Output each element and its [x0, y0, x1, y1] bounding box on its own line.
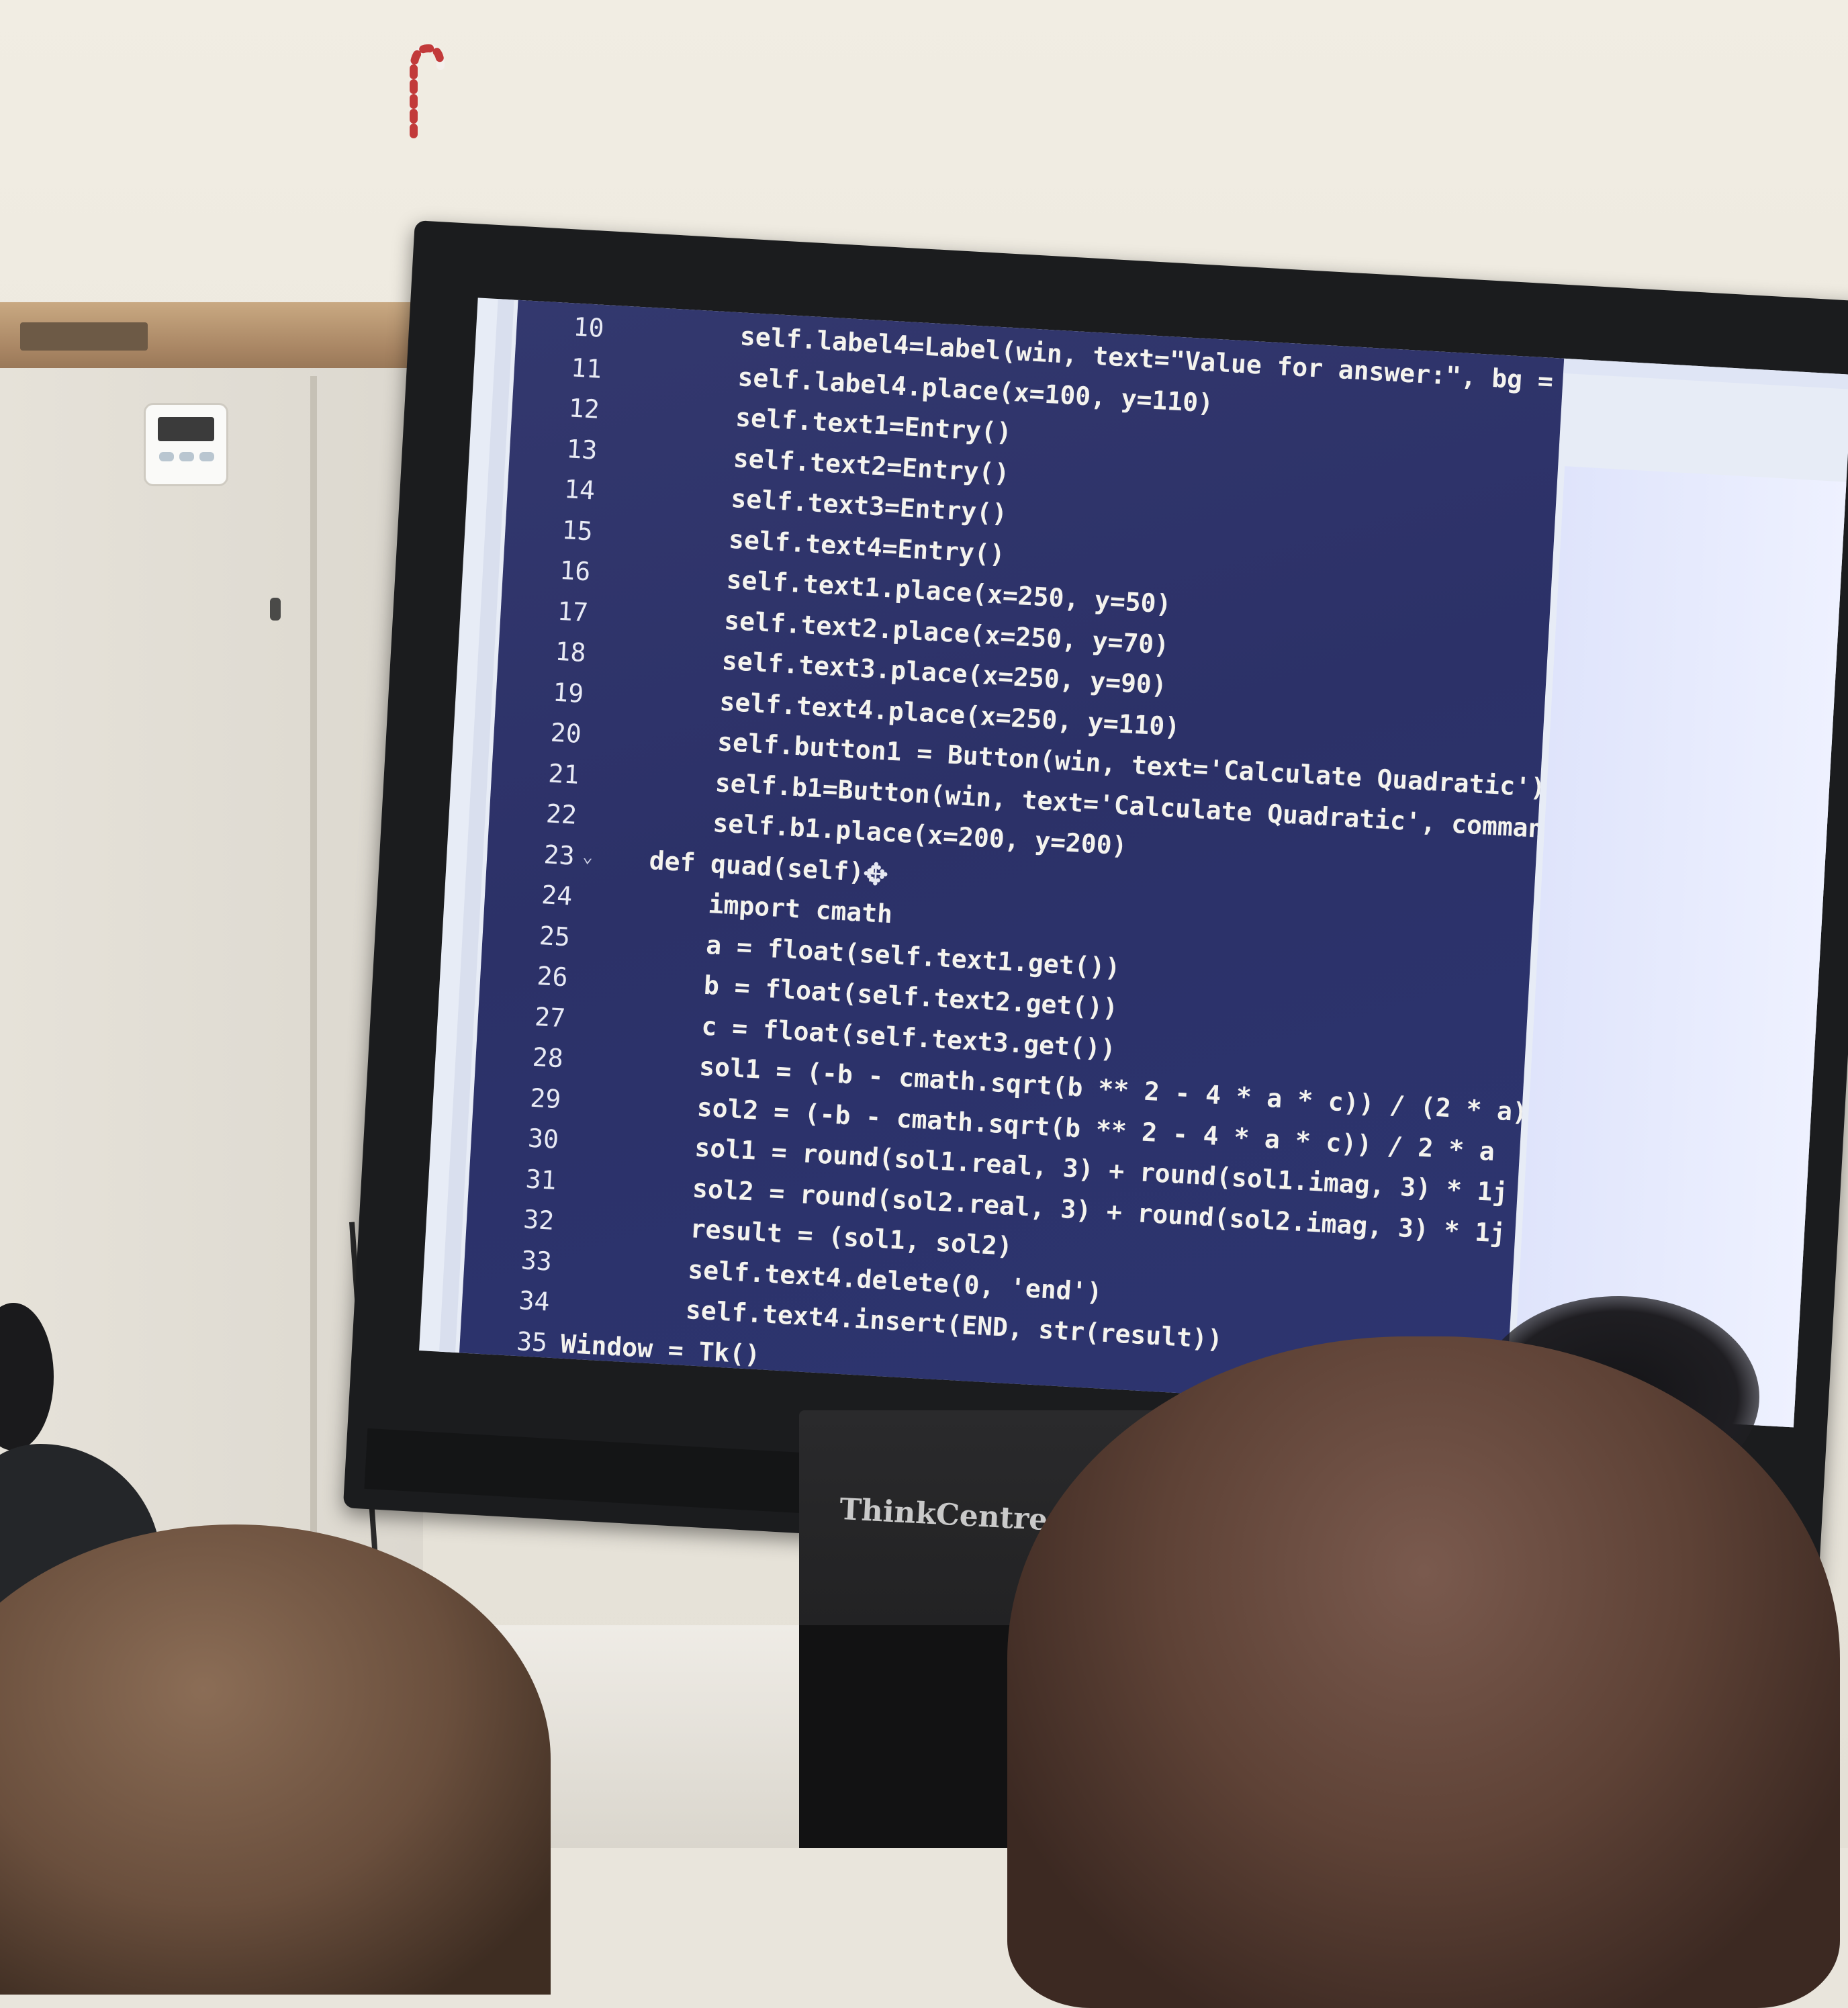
line-number: 23	[543, 839, 575, 871]
timer-display	[158, 417, 214, 441]
monitor-screen: 10 self.label4=Label(win, text="Value fo…	[419, 298, 1848, 1428]
line-number: 32	[522, 1204, 555, 1236]
student-head-right	[1007, 1336, 1840, 2008]
line-number: 24	[541, 880, 573, 911]
line-number: 22	[545, 798, 578, 830]
cabinet-latch	[270, 598, 281, 621]
cabinet-seam	[310, 376, 317, 1625]
eraser	[20, 322, 148, 351]
line-number: 30	[526, 1123, 560, 1155]
wall-timer	[144, 403, 228, 486]
line-number: 11	[570, 352, 603, 384]
candy-cane-decoration	[410, 44, 445, 138]
line-number: 25	[538, 920, 571, 952]
line-number: 33	[520, 1244, 553, 1277]
line-number: 28	[531, 1042, 564, 1074]
line-number: 35	[516, 1326, 549, 1358]
move-cursor-icon: ✥	[862, 855, 890, 893]
line-number: 21	[547, 758, 580, 790]
line-number: 14	[563, 474, 596, 506]
preview-pane	[1512, 466, 1847, 1428]
line-number: 15	[561, 514, 594, 546]
timer-button	[179, 452, 194, 461]
line-number: 12	[567, 393, 600, 424]
code-editor[interactable]: 10 self.label4=Label(win, text="Value fo…	[459, 300, 1565, 1412]
timer-button	[159, 452, 174, 461]
line-number: 29	[529, 1083, 562, 1114]
line-number: 31	[524, 1163, 557, 1195]
line-number: 34	[518, 1285, 551, 1317]
line-number: 20	[549, 717, 582, 749]
line-number: 13	[565, 433, 598, 465]
line-number: 19	[552, 677, 585, 709]
line-number: 26	[536, 960, 569, 993]
line-number: 27	[534, 1001, 567, 1033]
line-number: 18	[554, 636, 587, 668]
line-number: 16	[559, 555, 592, 587]
line-number: 10	[572, 312, 605, 343]
timer-button	[199, 452, 214, 461]
line-number: 17	[556, 596, 590, 627]
